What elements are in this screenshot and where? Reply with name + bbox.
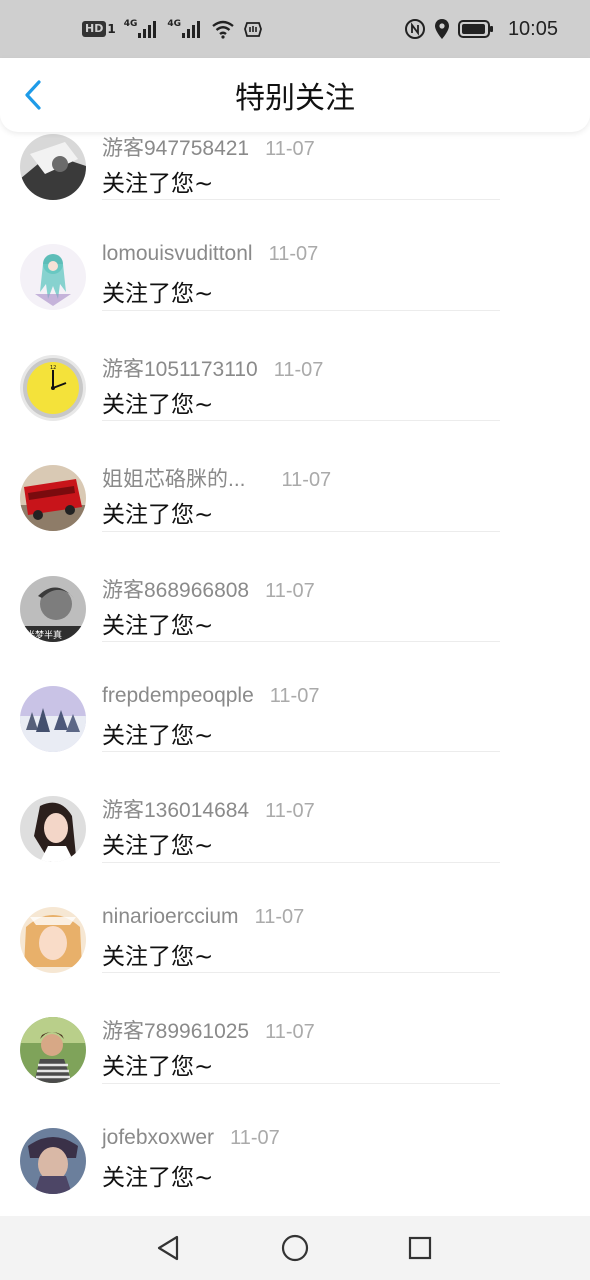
item-meta: frepdempeoqple 11-07 — [102, 684, 319, 708]
status-bar: HD 1 4G 4G 10:05 — [0, 0, 590, 58]
nav-recents-button[interactable] — [402, 1230, 438, 1266]
avatar[interactable] — [20, 685, 86, 752]
item-message: 关注了您~ — [102, 722, 214, 749]
list-item[interactable]: 游客136014684 11-07 关注了您~ — [0, 752, 590, 863]
item-meta: 游客789961025 11-07 — [102, 1015, 315, 1045]
list-item[interactable]: lomouisvudittonl 11-07 关注了您~ — [0, 200, 590, 311]
location-icon — [434, 18, 450, 40]
status-left-icons: HD 1 4G 4G — [82, 19, 263, 39]
item-date: 11-07 — [265, 800, 315, 823]
avatar[interactable] — [20, 1017, 86, 1084]
avatar[interactable]: 12 — [20, 354, 86, 421]
item-message: 关注了您~ — [102, 502, 214, 529]
user-name[interactable]: 游客1051173110 — [102, 353, 258, 383]
list-item[interactable]: 半梦半真 游客868966808 11-07 关注了您~ — [0, 532, 590, 642]
circle-home-icon — [281, 1234, 309, 1262]
user-name[interactable]: jofebxoxwer — [102, 1126, 214, 1150]
item-meta: 游客1051173110 11-07 — [102, 353, 323, 383]
list-item[interactable]: ninarioerccium 11-07 关注了您~ — [0, 863, 590, 974]
signal-4g-icon: 4G — [124, 19, 160, 39]
list-item[interactable]: 游客789961025 11-07 关注了您~ — [0, 973, 590, 1084]
item-message: 关注了您~ — [102, 281, 214, 308]
avatar[interactable] — [20, 906, 86, 973]
item-message: 关注了您~ — [102, 833, 214, 860]
hd-label: HD — [82, 21, 107, 37]
net1-label: 4G — [123, 19, 138, 29]
item-meta: 游客868966808 11-07 — [102, 574, 315, 604]
signal-4g-icon-2: 4G — [167, 19, 203, 39]
hand-icon — [243, 19, 263, 39]
user-name[interactable]: 游客947758421 — [102, 132, 249, 162]
status-time: 10:05 — [507, 17, 558, 40]
triangle-back-icon — [157, 1235, 179, 1261]
user-name[interactable]: 姐姐芯硌脒的... — [102, 463, 246, 493]
item-date: 11-07 — [268, 243, 319, 266]
item-meta: lomouisvudittonl 11-07 — [102, 242, 318, 266]
item-date: 11-07 — [281, 469, 332, 492]
sim1-label: 1 — [107, 22, 116, 36]
item-meta: 游客947758421 11-07 — [102, 132, 315, 162]
avatar-caption: 半梦半真 — [26, 629, 62, 641]
avatar[interactable] — [20, 796, 86, 863]
nav-back-button[interactable] — [150, 1230, 186, 1266]
item-date: 11-07 — [273, 358, 324, 381]
list-item[interactable]: jofebxoxwer 11-07 关注了您~ — [0, 1084, 590, 1194]
avatar[interactable]: 半梦半真 — [20, 575, 86, 642]
svg-text:12: 12 — [50, 365, 56, 371]
user-name[interactable]: 游客136014684 — [102, 794, 249, 824]
avatar[interactable] — [20, 465, 86, 532]
status-right-icons: 10:05 — [404, 18, 558, 41]
item-message: 关注了您~ — [102, 612, 214, 639]
square-recents-icon — [408, 1236, 432, 1260]
item-message: 关注了您~ — [102, 1054, 214, 1081]
user-name[interactable]: ninarioerccium — [102, 905, 239, 929]
item-date: 11-07 — [265, 138, 315, 160]
avatar[interactable] — [20, 134, 86, 200]
item-message: 关注了您~ — [102, 171, 214, 197]
avatar[interactable] — [20, 1127, 86, 1194]
item-date: 11-07 — [254, 905, 305, 928]
wifi-icon — [211, 19, 235, 39]
list-item[interactable]: frepdempeoqple 11-07 关注了您~ — [0, 642, 590, 753]
hd-icon: HD 1 — [82, 21, 116, 37]
user-name[interactable]: 游客789961025 — [102, 1015, 249, 1045]
user-name[interactable]: lomouisvudittonl — [102, 242, 253, 266]
system-nav-bar — [0, 1216, 590, 1280]
item-message: 关注了您~ — [102, 943, 214, 970]
item-meta: 游客136014684 11-07 — [102, 794, 315, 824]
avatar[interactable] — [20, 244, 86, 311]
item-meta: 姐姐芯硌脒的... 11-07 — [102, 463, 331, 493]
nfc-icon — [404, 18, 426, 40]
item-date: 11-07 — [230, 1126, 280, 1149]
battery-icon — [457, 19, 494, 39]
item-date: 11-07 — [265, 579, 315, 602]
item-message: 关注了您~ — [102, 391, 214, 418]
list-item[interactable]: 姐姐芯硌脒的... 11-07 关注了您~ — [0, 421, 590, 532]
follow-list[interactable]: 游客947758421 11-07 关注了您~ lomouisvudittonl… — [0, 90, 590, 1216]
item-message: 关注了您~ — [102, 1164, 214, 1191]
item-meta: jofebxoxwer 11-07 — [102, 1126, 280, 1150]
header: 特别关注 — [0, 58, 590, 132]
net2-label: 4G — [167, 19, 182, 29]
list-item[interactable]: 12 游客1051173110 11-07 关注了您~ — [0, 311, 590, 422]
item-date: 11-07 — [265, 1021, 315, 1044]
item-date: 11-07 — [269, 684, 320, 707]
user-name[interactable]: 游客868966808 — [102, 574, 249, 604]
user-name[interactable]: frepdempeoqple — [102, 684, 254, 708]
nav-home-button[interactable] — [277, 1230, 313, 1266]
page-title: 特别关注 — [235, 81, 355, 116]
item-meta: ninarioerccium 11-07 — [102, 905, 304, 929]
